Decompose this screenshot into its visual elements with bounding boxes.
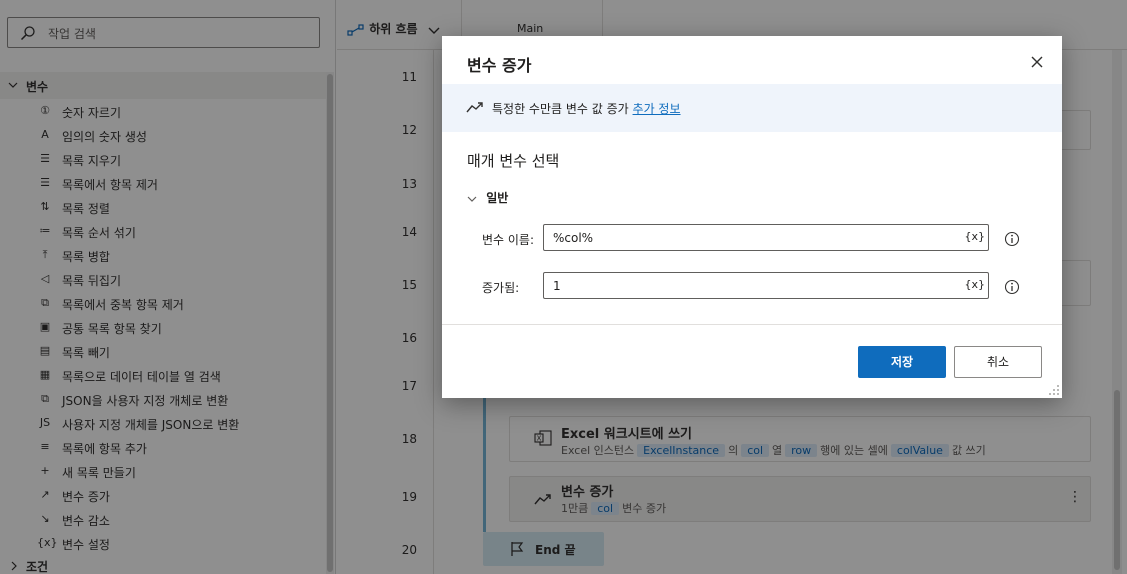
info-icon[interactable] [1004, 279, 1020, 295]
increase-by-label: 증가됨: [482, 281, 520, 295]
cancel-button[interactable]: 취소 [954, 346, 1042, 378]
parameters-heading: 매개 변수 선택 [467, 152, 560, 170]
divider [442, 324, 1062, 325]
save-button[interactable]: 저장 [858, 346, 946, 378]
input-value: %col% [553, 231, 594, 245]
description-text: 특정한 수만큼 변수 값 증가 [492, 102, 629, 116]
close-icon[interactable] [1027, 52, 1047, 72]
description-banner: 특정한 수만큼 변수 값 증가 추가 정보 [442, 84, 1062, 132]
info-icon[interactable] [1004, 231, 1020, 247]
more-info-link[interactable]: 추가 정보 [633, 102, 681, 116]
insert-variable-button[interactable]: {x} [964, 230, 985, 243]
dialog-title: 변수 증가 [467, 56, 532, 75]
action-description: 특정한 수만큼 변수 값 증가 추가 정보 [492, 100, 681, 117]
general-group-toggle[interactable]: 일반 [467, 189, 508, 206]
trend-up-icon [466, 102, 483, 113]
increase-by-input[interactable]: 1 {x} [543, 272, 989, 299]
variable-name-label: 변수 이름: [482, 233, 535, 247]
increase-variable-dialog: 변수 증가 특정한 수만큼 변수 값 증가 추가 정보 매개 변수 선택 일반 … [442, 36, 1062, 398]
variable-name-input[interactable]: %col% {x} [543, 224, 989, 251]
group-label: 일반 [486, 191, 509, 205]
resize-grip-icon[interactable] [1048, 384, 1060, 396]
input-value: 1 [553, 279, 561, 293]
chevron-down-icon [467, 196, 477, 202]
insert-variable-button[interactable]: {x} [964, 278, 985, 291]
